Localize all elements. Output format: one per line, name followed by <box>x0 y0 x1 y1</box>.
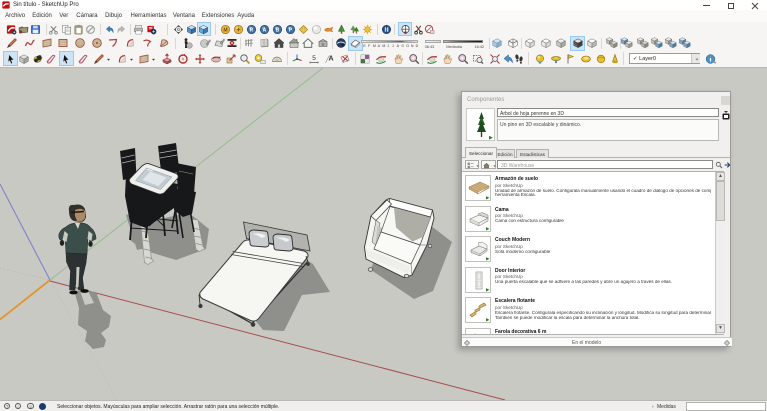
svg-text:B: B <box>276 27 280 33</box>
svg-text:A: A <box>329 55 334 62</box>
svg-text:A: A <box>263 27 267 33</box>
svg-text:R: R <box>250 27 254 33</box>
svg-text:5: 5 <box>312 55 316 62</box>
svg-text:M: M <box>224 27 228 33</box>
